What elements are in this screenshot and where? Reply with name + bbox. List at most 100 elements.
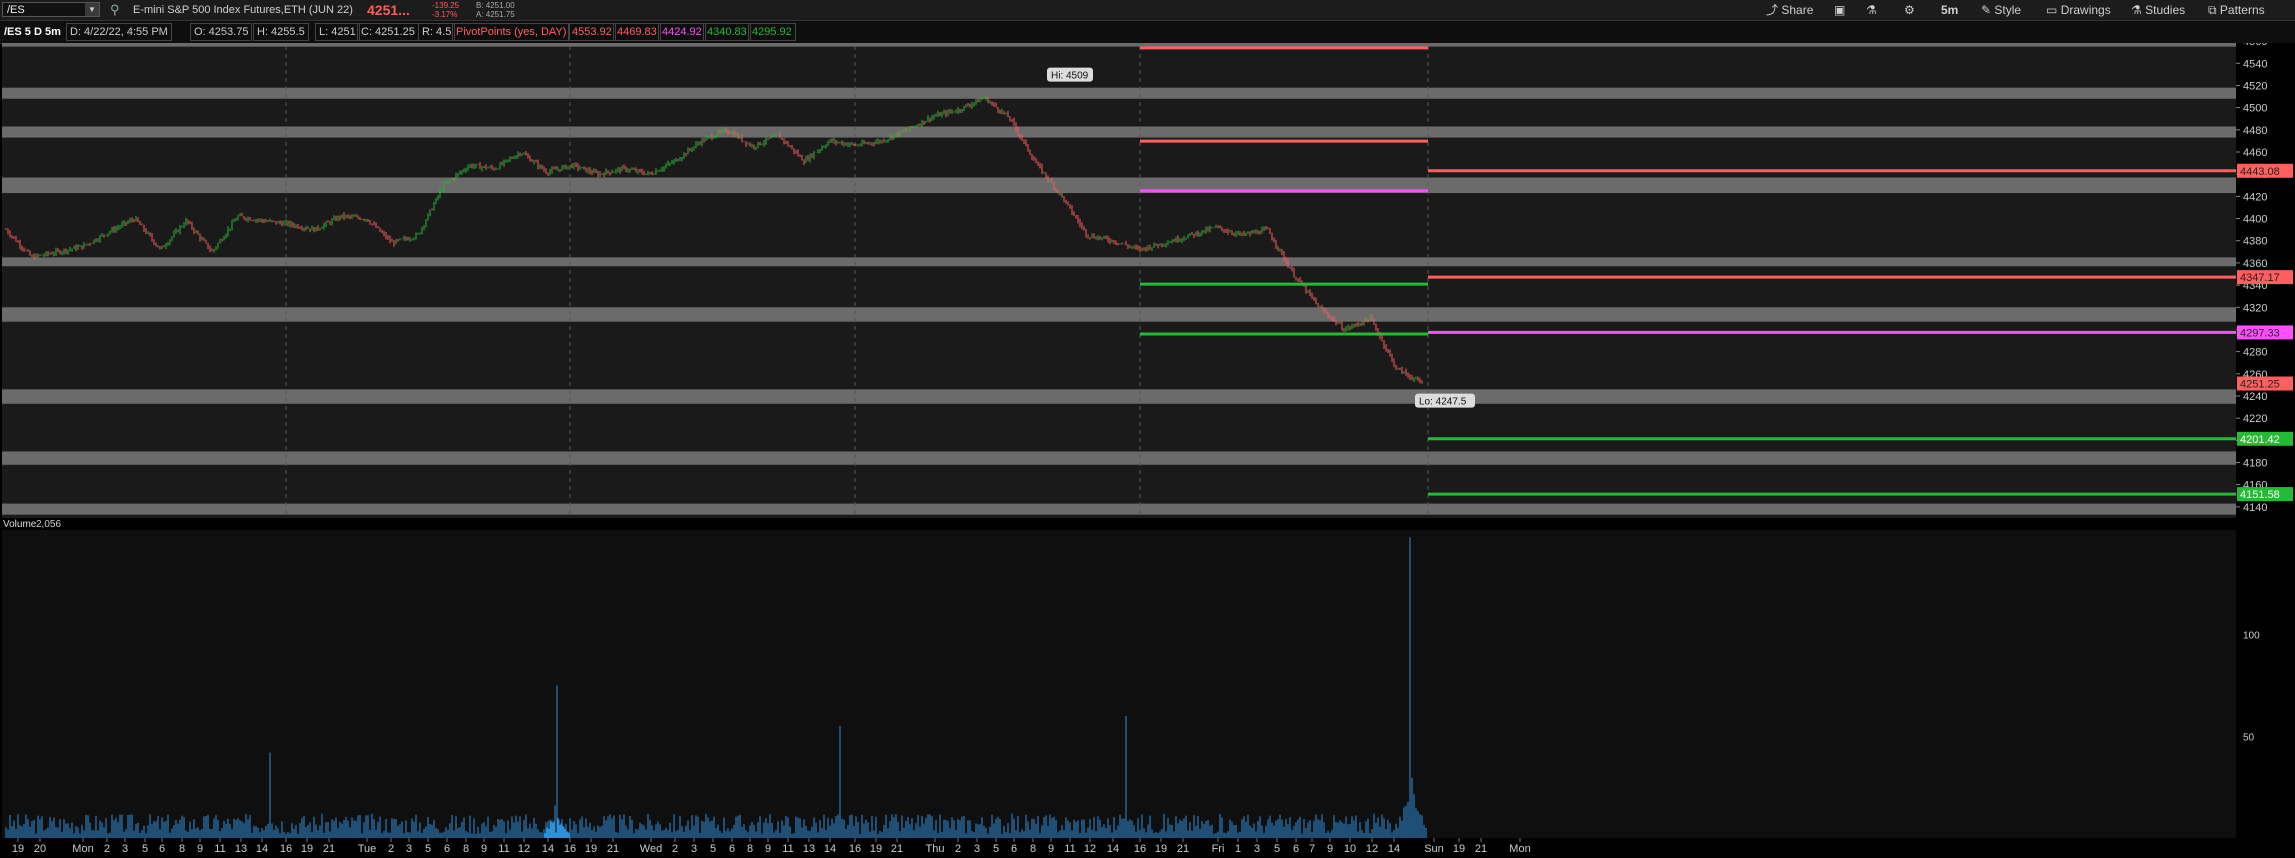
y-tick-label: 4480	[2243, 125, 2267, 137]
x-tick-label: 13	[803, 843, 815, 855]
studies-icon: ⚗	[2131, 3, 2142, 17]
timeframe-button[interactable]: 5m	[1941, 0, 1958, 20]
pivot-price-label: 4201.42	[2240, 434, 2280, 446]
study-label[interactable]: PivotPoints (yes, DAY)	[452, 23, 571, 41]
symbol-input[interactable]: /ES ▼	[2, 2, 100, 17]
x-tick-label: 2	[388, 843, 394, 855]
x-tick-label: 11	[498, 843, 509, 855]
low-label: Lo: 4247.5	[1419, 397, 1467, 408]
x-tick-label: 12	[1084, 843, 1096, 855]
pivot-price-label: 4151.58	[2240, 489, 2280, 501]
pivot-value-r2: 4553.92	[568, 23, 616, 41]
gear-icon[interactable]: ⚙	[1904, 0, 1915, 20]
last-price-label: 4251.25	[2240, 379, 2280, 391]
share-icon: ⤴	[1766, 3, 1779, 17]
x-tick-label: 8	[463, 843, 469, 855]
x-tick-label: Thu	[926, 843, 945, 855]
symbol-description: E-mini S&P 500 Index Futures,ETH (JUN 22…	[133, 4, 353, 16]
x-tick-label: 1	[1235, 843, 1241, 855]
style-label: Style	[1994, 3, 2022, 17]
studies-label: Studies	[2145, 3, 2186, 17]
style-button[interactable]: ✎ Style	[1981, 0, 2021, 20]
x-tick-label: 9	[1048, 843, 1054, 855]
gray-zone	[2, 389, 2236, 404]
patterns-button[interactable]: ⧉ Patterns	[2208, 0, 2265, 20]
x-tick-label: Wed	[640, 843, 662, 855]
chevron-down-icon[interactable]: ▼	[85, 3, 99, 16]
volume-label: Volume	[3, 519, 37, 530]
x-tick-label: 8	[179, 843, 185, 855]
x-tick-label: 21	[1475, 843, 1487, 855]
drawings-label: Drawings	[2060, 3, 2111, 17]
x-tick-label: 5	[425, 843, 431, 855]
gray-zone	[2, 43, 2236, 47]
x-tick-label: 2	[104, 843, 110, 855]
top-toolbar: /ES ▼ ⚲ E-mini S&P 500 Index Futures,ETH …	[0, 0, 2295, 21]
share-button[interactable]: ⤴ Share	[1766, 0, 1813, 20]
x-tick-label: 16	[1134, 843, 1146, 855]
high-label: Hi: 4509	[1051, 71, 1089, 82]
x-tick-label: 3	[1254, 843, 1260, 855]
drawings-button[interactable]: ▭ Drawings	[2046, 0, 2111, 20]
x-tick-label: 21	[323, 843, 335, 855]
x-tick-label: 21	[607, 843, 619, 855]
bar-range: R: 4.5	[418, 23, 456, 41]
x-tick-label: 19	[585, 843, 597, 855]
y-tick-label: 4460	[2243, 147, 2267, 159]
x-tick-label: 9	[1327, 843, 1333, 855]
pivot-value-s1: 4340.83	[703, 23, 751, 41]
x-tick-label: 2	[672, 843, 678, 855]
x-tick-label: 19	[301, 843, 313, 855]
x-tick-label: Fri	[1212, 843, 1225, 855]
x-tick-label: 16	[280, 843, 292, 855]
volume-pane: Volume 2,056 100 50	[0, 518, 2295, 838]
time-axis-bg	[0, 838, 2295, 858]
time-axis: 19 20 Mon 2 3 5 6 8 9 11 13 14 16 19 21 Tue 2 3 5 6 8 9 11 12 14…	[0, 838, 2295, 858]
y-tick-label: 4220	[2243, 413, 2267, 425]
studies-button[interactable]: ⚗ Studies	[2131, 0, 2185, 20]
x-tick-label: 9	[765, 843, 771, 855]
bar-open: O: 4253.75	[190, 23, 253, 41]
gray-zone	[2, 177, 2236, 194]
y-tick-label: 4540	[2243, 58, 2267, 70]
gray-zone	[2, 503, 2236, 515]
patterns-label: Patterns	[2219, 3, 2265, 17]
gray-zone	[2, 257, 2236, 267]
pivot-price-label: 4297.33	[2240, 327, 2280, 339]
patterns-icon: ⧉	[2208, 3, 2217, 17]
price-chart[interactable]: 4140416041804200422042404260428043004320…	[0, 43, 2295, 858]
symbol-value: /ES	[7, 4, 25, 16]
volume-area	[2, 530, 2236, 838]
volume-value: 2,056	[36, 519, 61, 530]
y-tick-label: 4240	[2243, 391, 2267, 403]
x-tick-label: 3	[122, 843, 128, 855]
x-tick-label: Tue	[358, 843, 377, 855]
gray-zone	[2, 126, 2236, 138]
x-tick-label: 19	[870, 843, 882, 855]
pivot-value-s2: 4295.92	[748, 23, 796, 41]
y-tick-label: 4180	[2243, 458, 2267, 470]
volume-tick-label: 100	[2243, 631, 2260, 642]
gray-zone	[2, 307, 2236, 322]
x-tick-label: 19	[1453, 843, 1465, 855]
x-tick-label: 14	[1388, 843, 1400, 855]
x-tick-label: 12	[1366, 843, 1378, 855]
flask-icon[interactable]: ⚗	[1866, 0, 1877, 20]
y-tick-label: 4280	[2243, 347, 2267, 359]
chart-area	[2, 43, 2236, 518]
x-tick-label: 11	[214, 843, 225, 855]
link-icon[interactable]: ⚲	[110, 0, 120, 20]
y-tick-label: 4360	[2243, 258, 2267, 270]
x-tick-label: Mon	[72, 843, 93, 855]
x-tick-label: 14	[824, 843, 836, 855]
chart-background	[2, 43, 2295, 518]
y-tick-label: 4500	[2243, 103, 2267, 115]
gray-zone	[2, 87, 2236, 99]
snapshot-icon[interactable]: ▣	[1834, 0, 1845, 20]
y-tick-label: 4380	[2243, 236, 2267, 248]
y-tick-label: 4400	[2243, 214, 2267, 226]
chart-label[interactable]: /ES 5 D 5m	[4, 21, 61, 43]
pivot-price-label: 4443.08	[2240, 166, 2280, 178]
pivot-value-r1: 4469.83	[613, 23, 661, 41]
x-tick-label: 6	[1011, 843, 1017, 855]
